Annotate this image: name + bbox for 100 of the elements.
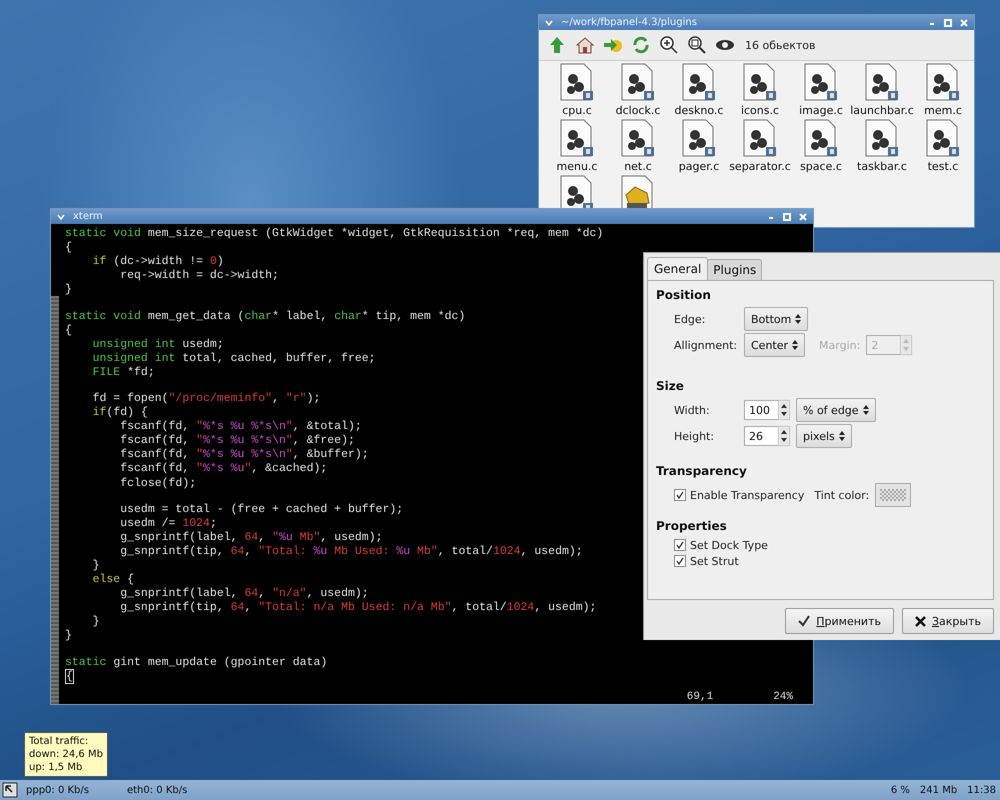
file-name[interactable]: separator.c bbox=[729, 160, 791, 173]
code-line: } bbox=[65, 283, 72, 298]
checkmark-icon bbox=[798, 615, 810, 627]
file-name[interactable]: image.c bbox=[799, 104, 843, 117]
home-icon[interactable] bbox=[575, 35, 595, 55]
c-source-file-icon[interactable] bbox=[804, 119, 838, 157]
window-menu-icon[interactable] bbox=[57, 212, 65, 220]
c-source-file-icon[interactable] bbox=[865, 63, 899, 101]
close-icon bbox=[914, 616, 926, 626]
window-menu-icon[interactable] bbox=[545, 18, 553, 26]
file-name[interactable]: deskno.c bbox=[674, 104, 724, 117]
checkered-swatch-icon bbox=[880, 489, 906, 501]
field-label: Allignment: bbox=[674, 338, 738, 352]
checkbox[interactable]: Enable Transparency bbox=[674, 488, 804, 502]
c-source-file-icon[interactable] bbox=[560, 119, 594, 157]
zoom-fit-icon[interactable] bbox=[687, 35, 707, 55]
code-line: } bbox=[65, 629, 72, 644]
file-name[interactable]: icons.c bbox=[740, 104, 780, 117]
file-name[interactable]: dclock.c bbox=[616, 104, 660, 117]
tint-color-button[interactable] bbox=[875, 483, 912, 507]
c-source-file-icon[interactable] bbox=[804, 63, 838, 101]
file-name[interactable]: cpu.c bbox=[562, 104, 592, 117]
network-monitor: eth0: 0 Kb/s bbox=[126, 784, 188, 796]
c-source-file-icon[interactable] bbox=[865, 119, 899, 157]
tab[interactable]: General bbox=[647, 257, 708, 280]
code-line: static void mem_size_request (GtkWidget *widget, GtkRequisition *req, mem *dc) bbox=[65, 227, 604, 242]
c-source-file-icon[interactable] bbox=[560, 63, 594, 101]
code-line: fclose(fd); bbox=[119, 476, 196, 491]
code-line: usedm /= 1024; bbox=[119, 517, 217, 532]
tooltip-line: Total traffic: bbox=[29, 735, 90, 748]
field-label: Margin: bbox=[819, 338, 860, 352]
code-line: unsigned int usedm; bbox=[92, 338, 224, 352]
c-source-file-icon[interactable] bbox=[621, 63, 655, 101]
spin-buttons[interactable] bbox=[778, 426, 790, 446]
checkbox-box[interactable] bbox=[674, 489, 686, 501]
tooltip-line: down: 24,6 Mb bbox=[29, 748, 103, 761]
code-line: static gint mem_update (gpointer data) bbox=[65, 656, 328, 670]
code-line: fd = fopen("/proc/meminfo", "r"); bbox=[92, 392, 320, 406]
c-source-file-icon[interactable] bbox=[682, 119, 716, 157]
code-line: static void mem_get_data (char* label, char* tip, mem *dc) bbox=[65, 310, 466, 324]
file-name[interactable]: pager.c bbox=[678, 160, 720, 173]
refresh-icon[interactable] bbox=[631, 35, 651, 55]
menu-icon[interactable] bbox=[2, 782, 18, 798]
up-arrow-icon[interactable] bbox=[547, 35, 567, 55]
c-source-file-icon[interactable] bbox=[743, 119, 777, 157]
alignment-dropdown[interactable]: Center bbox=[744, 333, 806, 357]
c-source-file-icon[interactable] bbox=[560, 175, 594, 208]
file-name[interactable]: net.c bbox=[624, 160, 652, 173]
cpu-monitor: 6 % bbox=[890, 784, 910, 796]
maximize-icon[interactable] bbox=[944, 18, 952, 26]
edge-dropdown[interactable]: Bottom bbox=[744, 307, 808, 331]
code-line: fscanf(fd, "%*s %u", &cached); bbox=[119, 462, 328, 477]
c-source-file-icon[interactable] bbox=[926, 63, 960, 101]
number-field[interactable]: 26 bbox=[744, 426, 778, 446]
code-line: g_snprintf(tip, 64, "Total: %u Mb Used: %u Mb", total/1024, usedm); bbox=[119, 545, 583, 560]
c-source-file-icon[interactable] bbox=[682, 63, 716, 101]
close-button[interactable]: Закрыть bbox=[902, 608, 994, 634]
combo-arrows-icon bbox=[862, 405, 869, 415]
code-line: unsigned int total, cached, buffer, free; bbox=[92, 352, 376, 366]
zoom-in-icon[interactable] bbox=[659, 35, 679, 55]
field-label: Tint color: bbox=[814, 488, 870, 502]
section-title: Size bbox=[656, 379, 685, 393]
spin-buttons[interactable] bbox=[778, 400, 790, 420]
section-title: Position bbox=[656, 288, 712, 302]
file-name[interactable]: taskbar.c bbox=[857, 160, 907, 173]
code-line: usedm = total - (free + cached + buffer); bbox=[119, 502, 404, 518]
code-line: g_snprintf(label, 64, "n/a", usedm); bbox=[119, 587, 369, 602]
maximize-icon[interactable] bbox=[783, 212, 791, 220]
checkbox[interactable]: Set Strut bbox=[674, 554, 739, 568]
file-name[interactable]: menu.c bbox=[556, 160, 598, 173]
combo-arrows-icon bbox=[795, 314, 802, 324]
code-line: { bbox=[65, 324, 72, 338]
bulldozer-icon[interactable] bbox=[621, 175, 655, 208]
tab[interactable]: Plugins bbox=[707, 259, 762, 280]
file-name[interactable]: launchbar.c bbox=[850, 104, 914, 117]
scrollbar[interactable] bbox=[51, 296, 59, 704]
close-icon[interactable] bbox=[960, 18, 968, 26]
number-field[interactable]: 100 bbox=[744, 400, 778, 420]
apply-button[interactable]: Применить bbox=[785, 608, 894, 634]
checkbox[interactable]: Set Dock Type bbox=[674, 538, 768, 552]
file-name[interactable]: test.c bbox=[928, 160, 958, 173]
combo-arrows-icon bbox=[792, 340, 798, 350]
file-name[interactable]: mem.c bbox=[924, 104, 962, 117]
window-title: ~/work/fbpanel-4.3/plugins bbox=[561, 17, 698, 28]
cursor-position: 69,1 bbox=[686, 690, 714, 704]
field-label: Height: bbox=[674, 430, 716, 442]
unit-dropdown[interactable]: pixels bbox=[796, 424, 852, 448]
checkbox-box[interactable] bbox=[674, 555, 686, 567]
section-title: Transparency bbox=[656, 464, 748, 478]
c-source-file-icon[interactable] bbox=[621, 119, 655, 157]
code-line: fscanf(fd, "%*s %u %*s\n", &buffer); bbox=[119, 448, 369, 462]
checkbox-box[interactable] bbox=[674, 539, 686, 551]
window-title: xterm bbox=[73, 211, 104, 222]
close-icon[interactable] bbox=[799, 212, 807, 220]
code-line: g_snprintf(tip, 64, "Total: n/a Mb Used: n/a Mb", total/1024, usedm); bbox=[119, 601, 596, 616]
c-source-file-icon[interactable] bbox=[926, 119, 960, 157]
file-name[interactable]: space.c bbox=[800, 160, 842, 173]
code-line: } bbox=[92, 559, 100, 574]
c-source-file-icon[interactable] bbox=[743, 63, 777, 101]
unit-dropdown[interactable]: % of edge bbox=[796, 398, 876, 422]
